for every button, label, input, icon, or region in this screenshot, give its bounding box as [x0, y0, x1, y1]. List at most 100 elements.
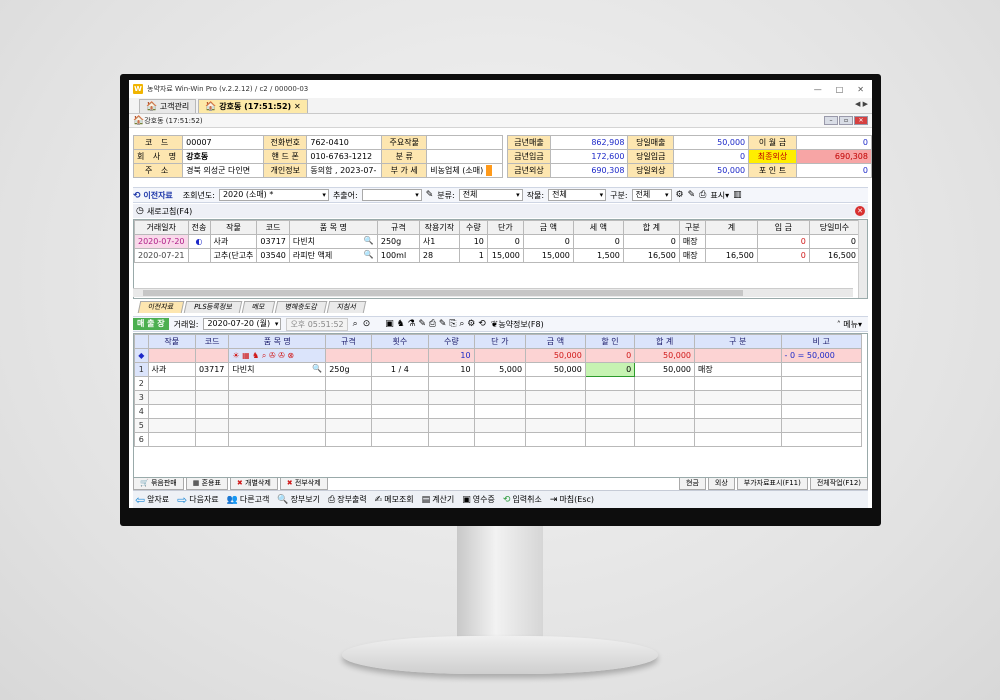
value-year-sales: 862,908 — [550, 135, 629, 150]
extract-input[interactable] — [361, 189, 422, 201]
category-select[interactable]: 전체 — [458, 189, 523, 201]
bottom-tabs: 🛒 묶음판매 ▦ 혼용표 ✖ 개별삭제 ✖ 전부삭제 현금 외상 부가자료표시(… — [133, 478, 868, 490]
menu-button[interactable]: ˄ 메뉴▾ — [837, 319, 862, 330]
table-row[interactable]: 5 — [134, 418, 863, 433]
value-company[interactable]: 강호동 — [182, 149, 265, 164]
label-company: 회 사 명 — [132, 149, 184, 164]
type-select[interactable]: 전체 — [631, 189, 672, 201]
value-main-crop[interactable] — [426, 135, 503, 150]
pesticide-info-button[interactable]: ❦농약정보(F8) — [491, 319, 544, 330]
time-field[interactable]: 오후 05:51:52 — [286, 317, 348, 331]
find-icon[interactable]: ⊙ — [363, 319, 371, 329]
row-tool-icons[interactable]: ☀ ▦ ♞ ⌕ ✇ ✇ ⊗ — [228, 348, 327, 363]
value-code[interactable]: 00007 — [182, 135, 265, 150]
history-horizontal-scrollbar[interactable] — [133, 288, 853, 297]
value-vat[interactable]: 비농업체 (소매) — [426, 163, 503, 178]
print-ledger-button[interactable]: ⎙ 장부출력 — [328, 494, 367, 505]
customer-info-area: 코 드 00007 전화번호 762-0410 주요작물 회 사 명 강호동 핸… — [132, 135, 872, 178]
arrow-right-icon: ⇨ — [177, 492, 188, 507]
sub-close-button[interactable]: ✕ — [854, 116, 868, 125]
date-select[interactable]: 2020-07-20 (월) — [203, 318, 282, 330]
label-phone: 전화번호 — [263, 135, 308, 150]
tab-bundle-sale[interactable]: 🛒 묶음판매 — [133, 478, 184, 490]
history-grid: 거래일자 전송 작물 코드 품 목 명 규격 작용기작 수량 단가 금 액 세 … — [133, 219, 868, 299]
memo-lookup-button[interactable]: ✍ 메모조회 — [375, 494, 414, 505]
tab-all-jobs[interactable]: 전체작업(F12) — [809, 478, 868, 490]
sub-restore-button[interactable]: ▫ — [839, 116, 853, 125]
arrow-left-icon: ⇦ — [135, 492, 146, 507]
tab-extra-display[interactable]: 부가자료표시(F11) — [736, 478, 808, 490]
tab-delete-all[interactable]: ✖ 전부삭제 — [279, 478, 328, 490]
tab-mix-table[interactable]: ▦ 혼용표 — [185, 478, 228, 490]
value-class[interactable] — [426, 149, 503, 164]
maximize-button[interactable]: □ — [836, 85, 844, 94]
label-privacy: 개인정보 — [263, 163, 308, 178]
tab-delete-one[interactable]: ✖ 개별삭제 — [229, 478, 278, 490]
value-privacy[interactable]: 동의함 , 2023-07- — [306, 163, 383, 178]
minimize-button[interactable]: — — [814, 85, 822, 94]
table-row[interactable]: 3 — [134, 390, 863, 405]
tab-credit[interactable]: 외상 — [707, 478, 735, 490]
next-record-button[interactable]: ⇨ 다음자료 — [177, 492, 219, 507]
close-history-icon[interactable]: ✕ — [855, 206, 865, 216]
date-label: 거래일: — [173, 319, 199, 329]
tab-pls-info[interactable]: PLS등록정보 — [183, 301, 243, 313]
pen-icon[interactable]: ✎ — [688, 190, 696, 200]
binoculars-icon[interactable]: ⌕ — [353, 319, 358, 329]
columns-icon[interactable]: ▥ — [733, 190, 742, 200]
table-row[interactable]: 1 사과 03717 다빈치 🔍 250g 1 / 4 10 5,000 50,0… — [134, 362, 863, 377]
tab-prev-data[interactable]: 이전자료 — [137, 301, 185, 313]
value-mobile[interactable]: 010-6763-1212 — [306, 149, 383, 164]
crop-select[interactable]: 전체 — [548, 189, 607, 201]
label-code: 코 드 — [132, 135, 184, 150]
tool-icon[interactable]: ⚙ — [676, 190, 684, 200]
calculator-button[interactable]: ▤ 계산기 — [422, 494, 455, 505]
finish-button[interactable]: ⇥ 마침(Esc) — [550, 494, 594, 505]
tab-cash[interactable]: 현금 — [679, 478, 706, 490]
label-day-sales: 당일매출 — [627, 135, 675, 150]
tab-close-icon[interactable]: ✕ — [294, 102, 301, 111]
tab-customer-management[interactable]: 🏠 고객관리 — [139, 99, 197, 113]
diamond-icon: ◆ — [134, 348, 149, 363]
display-button[interactable]: 표시▾ — [710, 190, 729, 201]
label-class: 분 류 — [381, 149, 428, 164]
label-day-deposit: 당일입금 — [627, 149, 675, 164]
prev-data-button[interactable]: ⟲ 이전자료 — [133, 190, 173, 201]
sub-minimize-button[interactable]: – — [824, 116, 838, 125]
undo-icon: ⟲ — [502, 494, 511, 505]
tab-pest-guide[interactable]: 병해충도감 — [274, 301, 328, 313]
label-vat: 부 가 세 — [381, 163, 428, 178]
value-phone[interactable]: 762-0410 — [306, 135, 383, 150]
label-points: 포 인 트 — [748, 163, 797, 178]
table-row[interactable]: 2 — [134, 376, 863, 391]
year-select[interactable]: 2020 (소매) * — [218, 189, 329, 201]
tool-icons[interactable]: ▣ ♞ ⚗ ✎ ⎙ ✎ ⎘ ⌕ ⚙ ⟲ — [385, 319, 486, 329]
home-icon: 🏠 — [133, 115, 145, 126]
table-row[interactable]: 2020-07-21 고추(단고추 03540 라피탄 액제 🔍 100ml 28… — [134, 248, 861, 263]
table-row[interactable]: 4 — [134, 404, 863, 419]
sale-ledger-chip[interactable]: 매 출 장 — [133, 318, 169, 330]
value-address[interactable]: 경북 의성군 다인면 — [182, 163, 265, 178]
table-row[interactable]: 6 — [134, 432, 863, 447]
other-customer-button[interactable]: 👥 다른고객 — [227, 494, 270, 505]
cancel-input-button[interactable]: ⟲ 입력취소 — [503, 494, 542, 505]
view-ledger-button[interactable]: 🔍 장부보기 — [277, 494, 320, 505]
history-vertical-scrollbar[interactable] — [858, 220, 867, 298]
print-icon[interactable]: ⎙ — [699, 190, 706, 200]
prev-record-button[interactable]: ⇦ 앞자료 — [135, 492, 169, 507]
close-button[interactable]: ✕ — [857, 85, 864, 94]
refresh-button[interactable]: 새로고침(F4) — [147, 206, 192, 217]
table-row[interactable]: 2020-07-20 ◐ 사과 03717 다빈치 🔍 250g 사1 10 0 … — [134, 234, 861, 249]
search-icon: 🔍 — [277, 494, 289, 505]
tab-current-customer[interactable]: 🏠 강호동 (17:51:52) ✕ — [198, 99, 308, 113]
clear-icon[interactable]: ✎ — [426, 190, 434, 200]
refresh-bar: ◷ 새로고침(F4) ✕ — [133, 204, 868, 218]
tab-scroll-arrows[interactable]: ◀ ▶ — [855, 100, 868, 108]
tab-manual[interactable]: 지침서 — [326, 301, 367, 313]
discount-input[interactable]: 0 — [584, 362, 636, 377]
monitor-stand-base — [342, 636, 658, 674]
tab-memo[interactable]: 메모 — [241, 301, 276, 313]
search-icon: 🔍 — [363, 250, 374, 259]
receipt-button[interactable]: ▣ 영수증 — [462, 494, 495, 505]
customer-info-table: 코 드 00007 전화번호 762-0410 주요작물 회 사 명 강호동 핸… — [132, 135, 503, 178]
